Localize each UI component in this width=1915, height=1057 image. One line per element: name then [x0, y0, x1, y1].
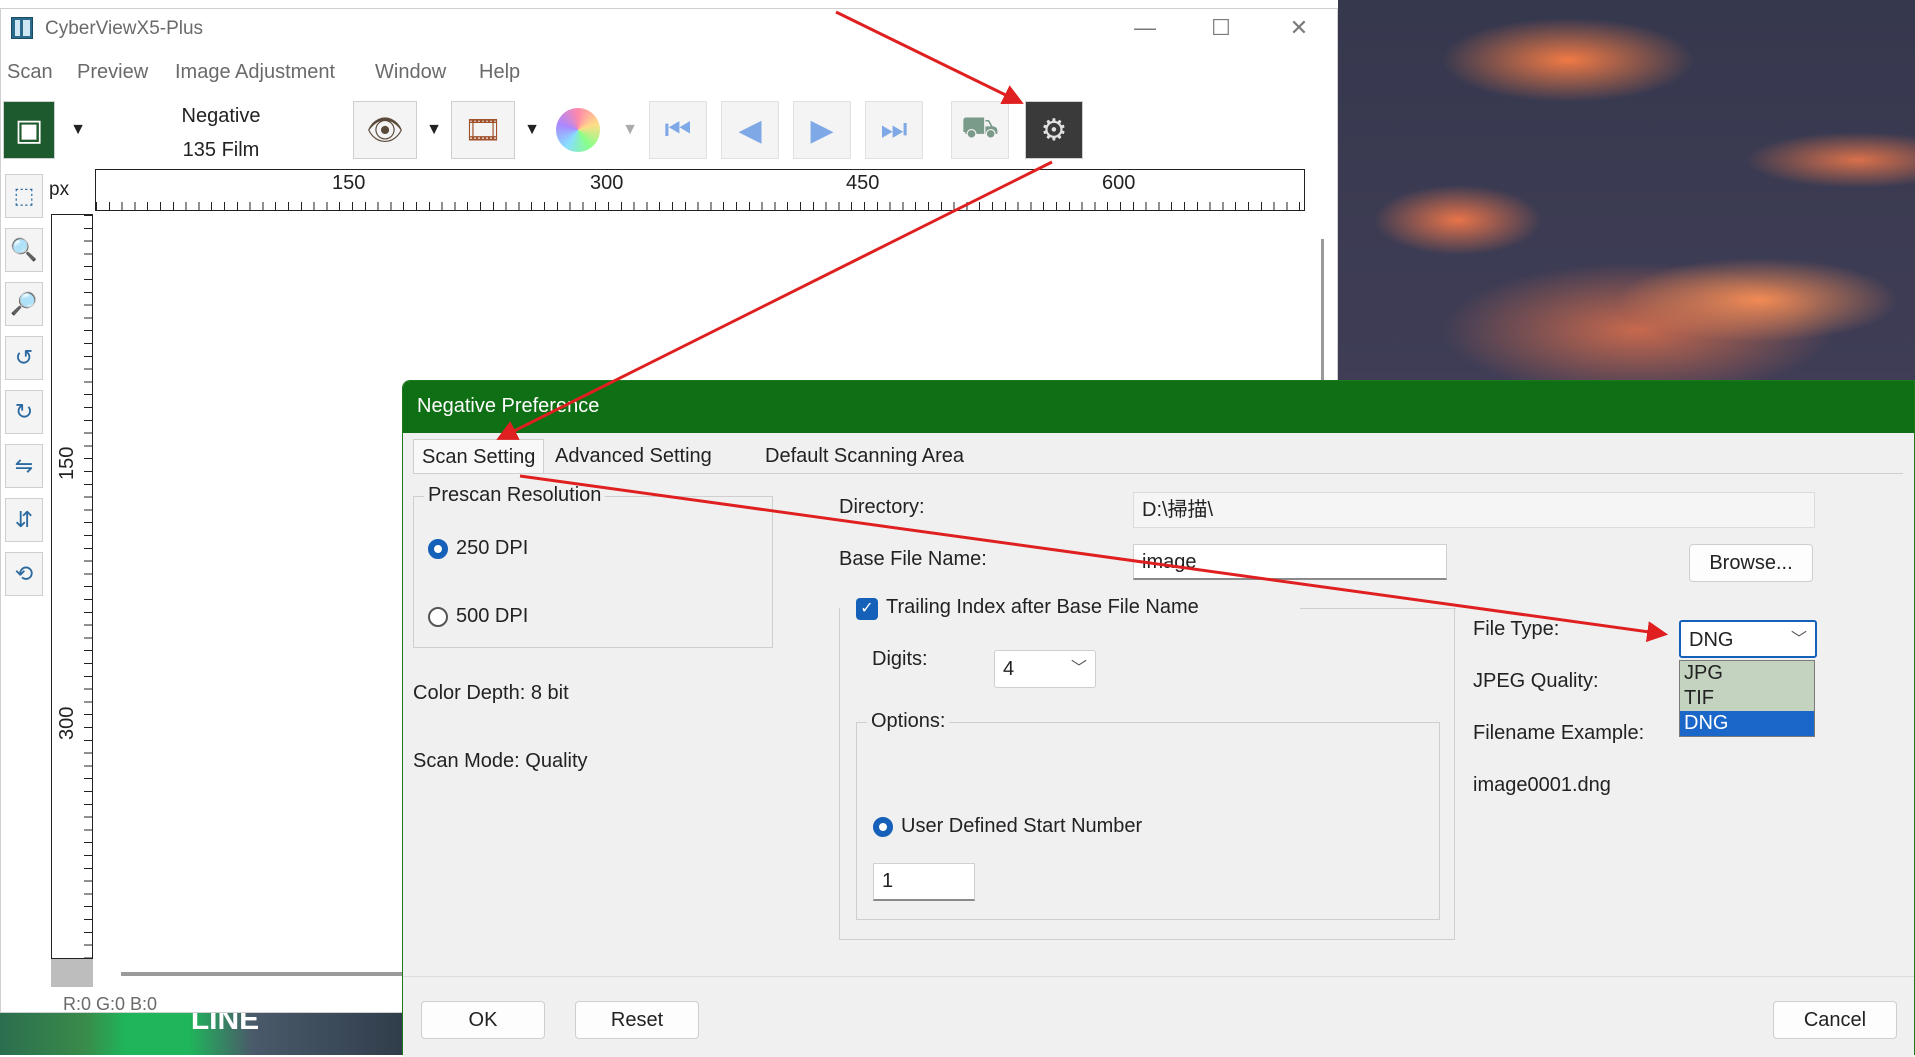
directory-label: Directory:	[839, 496, 925, 518]
menu-scan[interactable]: Scan	[7, 61, 53, 84]
digits-label: Digits:	[872, 648, 928, 670]
ruler-unit: px	[49, 179, 70, 200]
ruler-top-label: 150	[332, 172, 366, 194]
radio-500-dpi[interactable]	[428, 607, 448, 627]
zoom-in-icon[interactable]: 🔍	[5, 228, 43, 272]
tab-advanced-setting[interactable]: Advanced Setting	[547, 439, 720, 473]
file-type-option-dng[interactable]: DNG	[1680, 711, 1814, 736]
directory-field[interactable]: D:\掃描\	[1133, 492, 1815, 528]
options-group: Options: User Defined Start Number 1	[856, 710, 1440, 920]
menu-window[interactable]: Window	[375, 61, 446, 84]
ruler-corner	[51, 959, 93, 987]
filmstrip-icon[interactable]: 🎞	[451, 101, 515, 159]
start-number-input[interactable]: 1	[873, 863, 975, 901]
scan-setting-panel: Prescan Resolution 250 DPI 500 DPI Color…	[413, 473, 1903, 974]
thumbnail-icon[interactable]: ▣	[3, 101, 55, 159]
zoom-out-icon[interactable]: 🔎	[5, 282, 43, 326]
film-type-line1: Negative	[181, 105, 261, 127]
menu-bar: Scan Preview Image Adjustment Window Hel…	[1, 57, 1337, 87]
negative-preference-dialog: Negative Preference Scan Setting Advance…	[402, 380, 1915, 1057]
trailing-index-label: Trailing Index after Base File Name	[886, 596, 1199, 618]
color-depth-text: Color Depth: 8 bit	[413, 682, 569, 704]
options-label: Options:	[867, 710, 950, 733]
reset-view-icon[interactable]: ⟲	[5, 552, 43, 596]
eye-preview-icon[interactable]: 👁	[353, 101, 417, 159]
dialog-title-bar: Negative Preference	[403, 381, 1914, 433]
file-type-label: File Type:	[1473, 618, 1560, 640]
user-defined-start-radio[interactable]	[873, 817, 893, 837]
ruler-left-label: 150	[56, 446, 78, 480]
previous-frame-icon[interactable]: ◀	[721, 101, 779, 159]
film-type-line2: 135 Film	[182, 139, 260, 161]
menu-help[interactable]: Help	[479, 61, 520, 84]
tab-scan-setting[interactable]: Scan Setting	[413, 439, 545, 473]
preview-dropdown-chevron-icon[interactable]: ▼	[425, 101, 443, 159]
title-bar: CyberViewX5-Plus — ☐ ✕	[1, 9, 1337, 47]
toolbar: ▣ ▼ Negative 135 Film 👁 ▼ 🎞 ▼ ▼ ⏮ ◀ ▶ ⏭ …	[1, 89, 1337, 165]
filmstrip-dropdown-chevron-icon[interactable]: ▼	[523, 101, 541, 159]
dialog-footer: OK Reset Cancel	[403, 976, 1914, 1057]
color-wheel-icon[interactable]	[549, 101, 607, 159]
scanner-icon[interactable]: ⛟	[951, 101, 1009, 159]
ruler-top-label: 300	[590, 172, 624, 194]
next-frame-icon[interactable]: ▶	[793, 101, 851, 159]
ruler-top: 150 300 450 600	[95, 169, 1305, 211]
last-frame-icon[interactable]: ⏭	[865, 101, 923, 159]
base-file-name-label: Base File Name:	[839, 548, 987, 570]
ruler-top-label: 600	[1102, 172, 1136, 194]
close-button[interactable]: ✕	[1279, 13, 1319, 43]
file-type-option-tif[interactable]: TIF	[1680, 686, 1814, 711]
file-type-select[interactable]: DNG ﹀	[1679, 620, 1817, 658]
file-type-select-value: DNG	[1689, 629, 1734, 651]
base-file-name-input[interactable]: image	[1133, 544, 1447, 580]
thumbnail-dropdown-chevron-icon[interactable]: ▼	[69, 101, 87, 159]
window-title: CyberViewX5-Plus	[45, 18, 204, 39]
trailing-index-checkbox[interactable]: ✓	[856, 598, 878, 620]
rotate-right-icon[interactable]: ↻	[5, 390, 43, 434]
digits-select-value: 4	[1003, 658, 1015, 680]
color-dropdown-chevron-icon[interactable]: ▼	[621, 101, 639, 159]
chevron-down-icon: ﹀	[1790, 631, 1807, 648]
menu-preview[interactable]: Preview	[77, 61, 148, 84]
ruler-left-label: 300	[56, 706, 78, 740]
prescan-resolution-label: Prescan Resolution	[424, 484, 606, 507]
chevron-down-icon: ﹀	[1070, 660, 1087, 677]
prescan-resolution-group: Prescan Resolution 250 DPI 500 DPI	[413, 484, 773, 648]
status-rgb: R:0 G:0 B:0	[63, 994, 158, 1014]
ruler-ticks	[96, 202, 1304, 210]
jpeg-quality-label: JPEG Quality:	[1473, 670, 1599, 692]
rotate-left-icon[interactable]: ↺	[5, 336, 43, 380]
select-area-icon[interactable]: ⬚	[5, 174, 43, 218]
file-type-option-jpg[interactable]: JPG	[1680, 661, 1814, 686]
user-defined-start-label: User Defined Start Number	[901, 815, 1143, 837]
radio-500-dpi-label: 500 DPI	[456, 605, 529, 627]
maximize-button[interactable]: ☐	[1201, 13, 1241, 43]
film-type-label: Negative 135 Film	[161, 99, 281, 167]
preferences-gear-icon[interactable]: ⚙	[1025, 101, 1083, 159]
app-icon	[11, 17, 33, 39]
minimize-button[interactable]: —	[1125, 13, 1165, 43]
digits-select[interactable]: 4 ﹀	[994, 650, 1096, 688]
dialog-title: Negative Preference	[417, 395, 600, 417]
radio-250-dpi-label: 250 DPI	[456, 537, 529, 559]
filename-example-value: image0001.dng	[1473, 774, 1611, 796]
tab-default-scanning-area[interactable]: Default Scanning Area	[757, 439, 972, 473]
flip-vertical-icon[interactable]: ⇵	[5, 498, 43, 542]
filename-example-label: Filename Example:	[1473, 722, 1645, 744]
reset-button[interactable]: Reset	[575, 1001, 699, 1039]
horizontal-scrollbar[interactable]	[121, 972, 411, 976]
browse-button[interactable]: Browse...	[1689, 544, 1813, 582]
ok-button[interactable]: OK	[421, 1001, 545, 1039]
flip-horizontal-icon[interactable]: ⇋	[5, 444, 43, 488]
ruler-ticks	[84, 215, 92, 958]
radio-250-dpi[interactable]	[428, 539, 448, 559]
scan-mode-text: Scan Mode: Quality	[413, 750, 588, 772]
first-frame-icon[interactable]: ⏮	[649, 101, 707, 159]
trailing-index-group: ✓ Trailing Index after Base File Name Di…	[839, 596, 1456, 940]
ruler-top-label: 450	[846, 172, 880, 194]
file-type-dropdown-list: JPG TIF DNG	[1679, 660, 1815, 737]
cancel-button[interactable]: Cancel	[1773, 1001, 1897, 1039]
menu-image-adjustment[interactable]: Image Adjustment	[175, 61, 335, 84]
ruler-left: 150 300	[51, 214, 93, 959]
